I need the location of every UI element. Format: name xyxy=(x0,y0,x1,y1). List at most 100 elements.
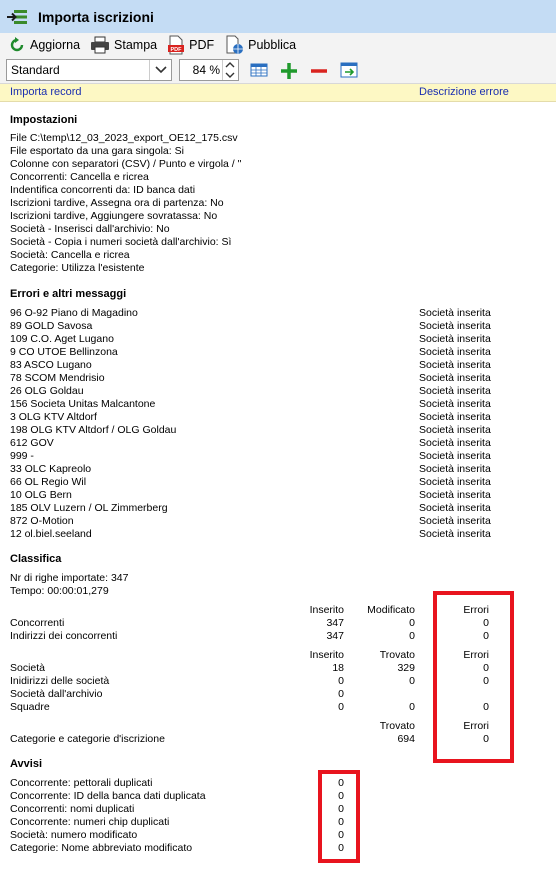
b2-header-inserted: Inserito xyxy=(309,649,344,661)
error-record: 872 O-Motion xyxy=(10,515,74,527)
error-record: 156 Societa Unitas Malcantone xyxy=(10,398,156,410)
settings-line: File C:\temp\12_03_2023_export_OE12_175.… xyxy=(10,132,238,144)
add-icon[interactable] xyxy=(280,62,298,80)
settings-line: Concorrenti: Cancella e ricrea xyxy=(10,171,149,183)
summary-row-label: Squadre xyxy=(10,701,50,713)
settings-line: Società - Inserisci dall'archivio: No xyxy=(10,223,170,235)
error-record: 999 - xyxy=(10,450,34,462)
error-description: Società inserita xyxy=(419,346,491,358)
zoom-spin-icon[interactable] xyxy=(222,60,238,80)
settings-line: Iscrizioni tardive, Aggiungere sovratass… xyxy=(10,210,218,222)
warning-label: Concorrente: ID della banca dati duplica… xyxy=(10,790,206,802)
error-description: Società inserita xyxy=(419,515,491,527)
error-record: 26 OLG Goldau xyxy=(10,385,84,397)
error-description: Società inserita xyxy=(419,385,491,397)
import-icon xyxy=(7,9,27,24)
summary-value-inserted: 18 xyxy=(332,662,344,674)
pdf-icon: PDF xyxy=(168,35,185,55)
export-icon[interactable] xyxy=(340,62,358,78)
warnings-highlight xyxy=(318,770,360,863)
summary-value-inserted: 347 xyxy=(326,630,344,642)
summary-value-inserted: 0 xyxy=(338,688,344,700)
error-description: Società inserita xyxy=(419,489,491,501)
errors-highlight xyxy=(433,591,514,763)
summary-value-found: 329 xyxy=(397,662,415,674)
report-content: Impostazioni File C:\temp\12_03_2023_exp… xyxy=(0,103,556,883)
summary-row-label: Inidirizzi delle società xyxy=(10,675,110,687)
view-select-value: Standard xyxy=(11,63,60,77)
error-description: Società inserita xyxy=(419,320,491,332)
error-record: 185 OLV Luzern / OL Zimmerberg xyxy=(10,502,168,514)
warning-label: Concorrente: numeri chip duplicati xyxy=(10,816,170,828)
settings-line: Colonne con separatori (CSV) / Punto e v… xyxy=(10,158,242,170)
error-record: 3 OLG KTV Altdorf xyxy=(10,411,97,423)
print-button[interactable]: Stampa xyxy=(90,36,157,54)
chevron-down-icon[interactable] xyxy=(149,60,171,80)
publish-button[interactable]: Pubblica xyxy=(224,35,296,55)
error-record: 33 OLC Kapreolo xyxy=(10,463,92,475)
column-import-record[interactable]: Importa record xyxy=(10,86,82,98)
error-record: 9 CO UTOE Bellinzona xyxy=(10,346,118,358)
error-record: 66 OL Regio Wil xyxy=(10,476,87,488)
settings-line: Indentifica concorrenti da: ID banca dat… xyxy=(10,184,196,196)
error-description: Società inserita xyxy=(419,437,491,449)
error-description: Società inserita xyxy=(419,528,491,540)
settings-line: Iscrizioni tardive, Assegna ora di parte… xyxy=(10,197,224,209)
print-label: Stampa xyxy=(114,38,158,52)
b3-header-found: Trovato xyxy=(379,720,415,732)
refresh-label: Aggiorna xyxy=(30,38,81,52)
settings-line: Società: Cancella e ricrea xyxy=(10,249,130,261)
remove-icon[interactable] xyxy=(310,62,328,80)
main-toolbar: Aggiorna Stampa PDF PDF Pubblica xyxy=(0,33,556,57)
b1-header-modified: Modificato xyxy=(367,604,415,616)
zoom-stepper[interactable]: 84 % xyxy=(179,59,239,81)
error-description: Società inserita xyxy=(419,372,491,384)
window-title: Importa iscrizioni xyxy=(38,8,154,25)
publish-label: Pubblica xyxy=(248,38,297,52)
warning-label: Categorie: Nome abbreviato modificato xyxy=(10,842,193,854)
view-select[interactable]: Standard xyxy=(6,59,172,81)
error-description: Società inserita xyxy=(419,333,491,345)
error-description: Società inserita xyxy=(419,463,491,475)
summary-row-label: Indirizzi dei concorrenti xyxy=(10,630,118,642)
error-record: 612 GOV xyxy=(10,437,54,449)
warning-label: Concorrenti: nomi duplicati xyxy=(10,803,135,815)
error-record: 96 O-92 Piano di Magadino xyxy=(10,307,138,319)
pdf-label: PDF xyxy=(189,38,215,52)
warning-label: Società: numero modificato xyxy=(10,829,138,841)
elapsed-time: Tempo: 00:00:01,279 xyxy=(10,585,109,597)
refresh-icon xyxy=(10,37,24,52)
column-error-description[interactable]: Descrizione errore xyxy=(419,86,509,98)
summary-value-inserted: 0 xyxy=(338,675,344,687)
summary-row-label: Società dall'archivio xyxy=(10,688,103,700)
publish-icon xyxy=(226,35,244,54)
error-record: 198 OLG KTV Altdorf / OLG Goldau xyxy=(10,424,177,436)
summary-row-label: Concorrenti xyxy=(10,617,65,629)
error-description: Società inserita xyxy=(419,476,491,488)
refresh-button[interactable]: Aggiorna xyxy=(8,36,80,54)
errors-title: Errori e altri messaggi xyxy=(10,288,127,300)
error-record: 83 ASCO Lugano xyxy=(10,359,92,371)
summary-value-inserted: 347 xyxy=(326,617,344,629)
settings-title: Impostazioni xyxy=(10,114,78,126)
categories-found: 694 xyxy=(397,733,415,745)
error-description: Società inserita xyxy=(419,424,491,436)
settings-line: Società - Copia i numeri società dall'ar… xyxy=(10,236,232,248)
error-description: Società inserita xyxy=(419,411,491,423)
error-description: Società inserita xyxy=(419,398,491,410)
summary-value-inserted: 0 xyxy=(338,701,344,713)
table-view-icon[interactable] xyxy=(250,62,268,78)
printer-icon xyxy=(91,36,110,54)
warnings-title: Avvisi xyxy=(10,758,43,770)
error-record: 89 GOLD Savosa xyxy=(10,320,93,332)
summary-value-modified: 0 xyxy=(409,630,415,642)
b1-header-inserted: Inserito xyxy=(309,604,344,616)
warning-label: Concorrente: pettorali duplicati xyxy=(10,777,153,789)
column-header: Importa record Descrizione errore xyxy=(0,84,556,102)
b2-header-found: Trovato xyxy=(379,649,415,661)
error-record: 78 SCOM Mendrisio xyxy=(10,372,105,384)
pdf-button[interactable]: PDF PDF xyxy=(167,35,214,55)
rows-imported: Nr di righe importate: 347 xyxy=(10,572,129,584)
summary-row-label: Società xyxy=(10,662,46,674)
error-description: Società inserita xyxy=(419,359,491,371)
